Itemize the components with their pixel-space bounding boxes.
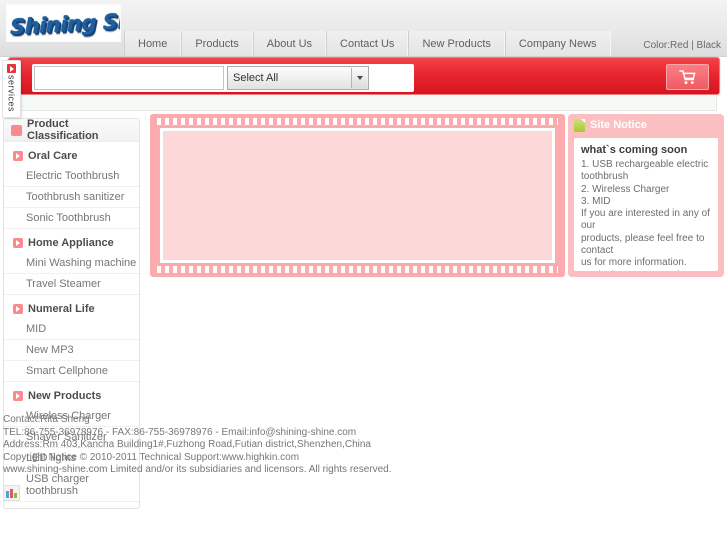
sidebar-group-label: Oral Care: [28, 150, 78, 162]
site-logo[interactable]: Shining Shine: [6, 4, 121, 42]
notice-line: 2. Wireless Charger: [581, 183, 670, 195]
sidebar-item-travel-steamer[interactable]: Travel Steamer: [4, 274, 139, 295]
site-header: Shining Shine Home Products About Us Con…: [0, 0, 727, 57]
services-side-tab[interactable]: services: [2, 60, 21, 118]
nav-item-home[interactable]: Home: [124, 31, 182, 56]
color-theme-switcher: Color:Red | Black: [643, 40, 721, 51]
footer-line: www.shining-shine.com Limited and/or its…: [3, 464, 392, 475]
arrow-right-icon: [13, 238, 23, 248]
sidebar-item-new-mp3[interactable]: New MP3: [4, 340, 139, 361]
sidebar-header: Product Classification: [4, 118, 139, 142]
stat-bar: [10, 489, 13, 498]
footer-line: Address:Rm 403,Kancha Building1#,Fuzhong…: [3, 439, 371, 450]
notice-line: 3. MID: [581, 195, 611, 207]
nav-item-new-products[interactable]: New Products: [408, 31, 505, 56]
content-band: [17, 95, 717, 111]
category-square-icon: [11, 124, 22, 136]
sidebar-item-new-products[interactable]: New Products: [4, 386, 139, 406]
sidebar-group-label: New Products: [28, 390, 102, 402]
search-controls: Select All 搜索: [32, 64, 415, 92]
color-switch-separator: |: [688, 40, 697, 51]
shopping-cart-icon: [679, 69, 696, 84]
sidebar-title: Product Classification: [27, 118, 99, 142]
sidebar-item-toothbrush-sanitizer[interactable]: Toothbrush sanitizer: [4, 187, 139, 208]
notice-line: 1. USB rechargeable electric: [581, 159, 709, 170]
sidebar-item-mid[interactable]: MID: [4, 319, 139, 340]
stat-bar: [6, 491, 9, 498]
search-bar: Select All 搜索: [8, 57, 720, 95]
search-input[interactable]: [34, 66, 224, 90]
sidebar-item-mini-washing-machine[interactable]: Mini Washing machine: [4, 253, 139, 274]
sidebar-group-home-appliance: Home Appliance Mini Washing machine Trav…: [4, 229, 139, 295]
footer-line: Copyright Notice © 2010-2011 Technical S…: [3, 451, 300, 463]
notice-line: Marketing Manager:Rita: [581, 270, 711, 271]
stat-bar: [14, 493, 17, 498]
notice-line: If you are interested in any of our: [581, 208, 710, 232]
search-button[interactable]: 搜索: [374, 66, 412, 90]
footer-line: Contact:Rita Sheng: [3, 414, 90, 425]
notice-line: us for more information.: [581, 257, 687, 269]
arrow-right-icon: [13, 304, 23, 314]
banner-inner: [160, 128, 555, 263]
color-option-red[interactable]: Red: [670, 40, 688, 51]
sidebar-item-sonic-toothbrush[interactable]: Sonic Toothbrush: [4, 208, 139, 229]
notice-line: products, please feel free to contact: [581, 232, 705, 257]
notice-heading: what`s coming soon: [581, 144, 688, 156]
statistics-chart-icon[interactable]: [3, 485, 20, 501]
decorative-strip-bottom: [157, 266, 558, 273]
nav-item-about-us[interactable]: About Us: [252, 31, 327, 56]
search-category-select[interactable]: Select All: [227, 66, 369, 90]
nav-item-company-news[interactable]: Company News: [504, 31, 611, 56]
sidebar-item-home-appliance[interactable]: Home Appliance: [4, 233, 139, 253]
sidebar-item-oral-care[interactable]: Oral Care: [4, 146, 139, 166]
color-switch-prefix: Color:: [643, 40, 671, 51]
sidebar-item-electric-toothbrush[interactable]: Electric Toothbrush: [4, 166, 139, 187]
site-footer: Contact:Rita Sheng TEL:86-755-36978976 -…: [3, 414, 503, 477]
sidebar-group-label: Numeral Life: [28, 303, 95, 315]
color-option-black[interactable]: Black: [697, 40, 721, 51]
sidebar-group-numeral-life: Numeral Life MID New MP3 Smart Cellphone: [4, 295, 139, 382]
page-root: Shining Shine Home Products About Us Con…: [0, 0, 727, 545]
banner-placeholder: [163, 131, 552, 260]
footer-line: TEL:86-755-36978976 - FAX:86-755-3697897…: [3, 426, 357, 438]
shopping-cart-button[interactable]: [666, 64, 709, 90]
sidebar-group-label: Home Appliance: [28, 237, 114, 249]
document-icon: [574, 118, 585, 132]
site-notice-body: what`s coming soon 1. USB rechargeable e…: [574, 138, 718, 271]
sidebar-item-smart-cellphone[interactable]: Smart Cellphone: [4, 361, 139, 382]
services-tab-label: services: [6, 75, 17, 113]
logo-text: Shining Shine: [10, 6, 121, 40]
arrow-right-icon: [13, 151, 23, 161]
site-notice-title: Site Notice: [590, 119, 647, 131]
site-notice-panel: Site Notice what`s coming soon 1. USB re…: [568, 114, 724, 277]
play-arrow-icon: [7, 64, 16, 73]
site-notice-header: Site Notice: [568, 114, 724, 136]
nav-item-contact-us[interactable]: Contact Us: [326, 31, 409, 56]
search-category-value: Select All: [233, 72, 279, 84]
notice-line: toothbrush: [581, 171, 629, 183]
nav-item-products[interactable]: Products: [181, 31, 253, 56]
chevron-down-icon[interactable]: [351, 68, 367, 88]
arrow-right-icon: [13, 391, 23, 401]
sidebar-item-numeral-life[interactable]: Numeral Life: [4, 299, 139, 319]
sidebar-group-oral-care: Oral Care Electric Toothbrush Toothbrush…: [4, 142, 139, 229]
main-banner-frame: [150, 114, 565, 277]
main-navigation: Home Products About Us Contact Us New Pr…: [124, 31, 611, 56]
decorative-strip-top: [157, 118, 558, 125]
